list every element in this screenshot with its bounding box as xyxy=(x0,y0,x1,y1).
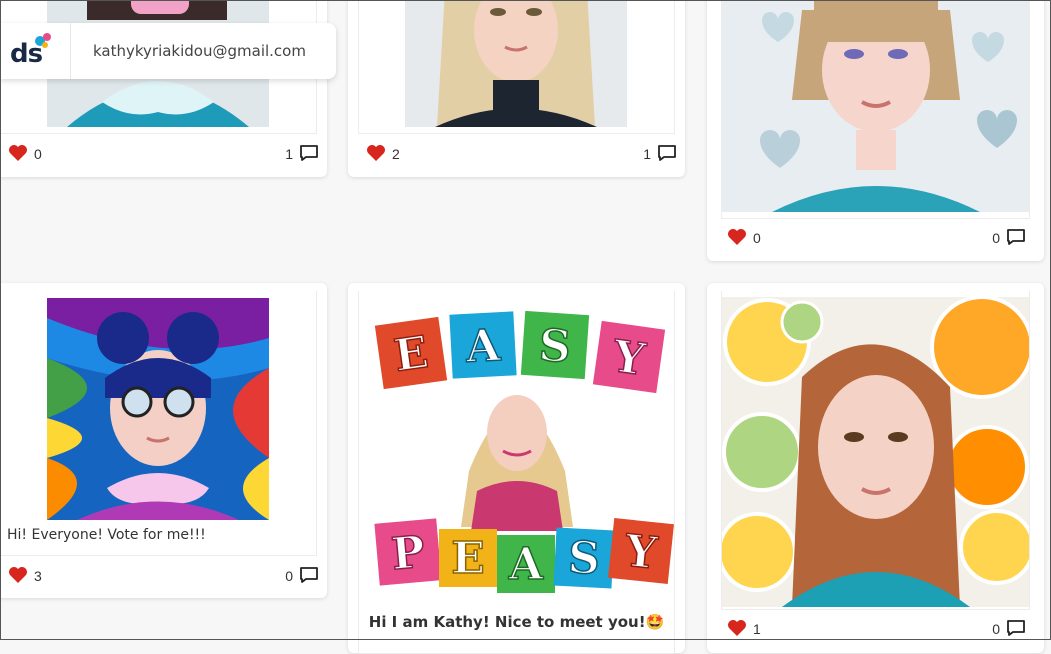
post-image xyxy=(405,0,627,127)
block-letter: E xyxy=(451,533,485,584)
like-count: 2 xyxy=(392,146,400,162)
comment-count: 0 xyxy=(992,621,1000,637)
heart-icon xyxy=(8,566,28,587)
like-count: 0 xyxy=(34,146,42,162)
block-letter: P xyxy=(389,527,426,581)
comment-count: 0 xyxy=(285,568,293,584)
comment-count: 1 xyxy=(643,146,651,162)
comment-icon xyxy=(657,144,677,165)
post-card[interactable]: Hi! Everyone! Vote for me!!! 3 0 xyxy=(0,283,327,598)
post-card[interactable]: 0 0 xyxy=(707,0,1044,261)
user-email: kathykyriakidou@gmail.com xyxy=(93,42,306,60)
post-image xyxy=(722,297,1029,607)
logo-text: ds xyxy=(10,39,43,69)
post-card[interactable]: 2 1 xyxy=(348,0,685,177)
post-card[interactable]: 1 0 xyxy=(707,283,1044,653)
like-button[interactable]: 3 xyxy=(8,566,42,587)
post-card[interactable]: E A S Y P E A S Y Hi I am Kathy! Nice to… xyxy=(348,283,685,654)
heart-icon xyxy=(366,144,386,165)
block-letter: E xyxy=(391,327,431,382)
heart-icon xyxy=(727,619,747,640)
comment-button[interactable]: 0 xyxy=(992,228,1026,249)
like-button[interactable]: 1 xyxy=(727,619,761,640)
block-letter: S xyxy=(537,320,572,373)
like-button[interactable]: 2 xyxy=(366,144,400,165)
comment-icon xyxy=(1006,619,1026,640)
comment-icon xyxy=(299,144,319,165)
like-count: 0 xyxy=(753,230,761,246)
post-image: E A S Y P E A S Y xyxy=(359,291,674,601)
block-letter: Y xyxy=(622,525,660,579)
comment-button[interactable]: 0 xyxy=(285,566,319,587)
post-caption: Hi I am Kathy! Nice to meet you!🤩 xyxy=(368,613,665,631)
post-caption: Hi! Everyone! Vote for me!!! xyxy=(7,527,206,543)
comment-icon xyxy=(299,566,319,587)
like-button[interactable]: 0 xyxy=(8,144,42,165)
block-letter: S xyxy=(567,532,601,585)
block-letter: A xyxy=(508,539,544,590)
comment-button[interactable]: 0 xyxy=(992,619,1026,640)
comment-button[interactable]: 1 xyxy=(643,144,677,165)
comment-count: 0 xyxy=(992,230,1000,246)
ds-logo[interactable]: ds xyxy=(0,23,71,79)
comment-icon xyxy=(1006,228,1026,249)
heart-icon xyxy=(727,228,747,249)
comment-count: 1 xyxy=(285,146,293,162)
heart-icon xyxy=(8,144,28,165)
post-image xyxy=(722,0,1029,212)
like-button[interactable]: 0 xyxy=(727,228,761,249)
like-count: 1 xyxy=(753,621,761,637)
comment-button[interactable]: 1 xyxy=(285,144,319,165)
post-image xyxy=(47,298,269,520)
block-letter: A xyxy=(464,320,503,373)
like-count: 3 xyxy=(34,568,42,584)
user-header: ds kathykyriakidou@gmail.com xyxy=(0,23,336,79)
